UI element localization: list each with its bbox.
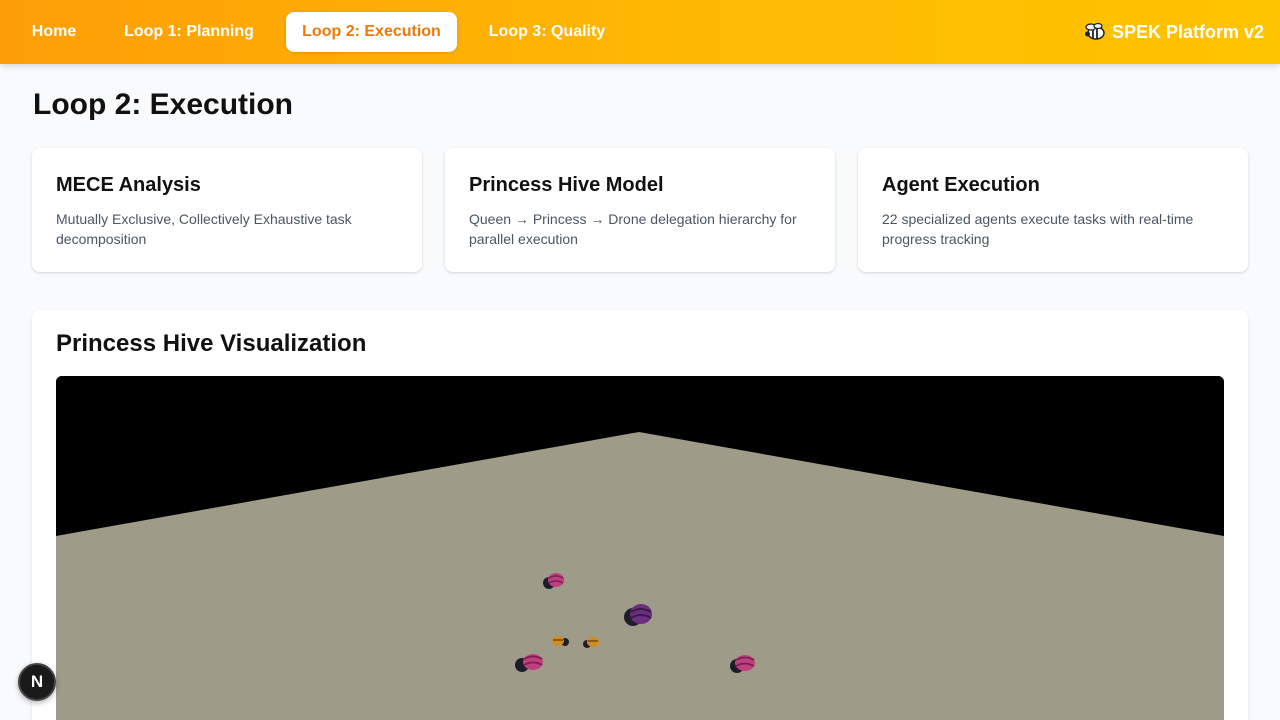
card-princess-hive-model: Princess Hive Model Queen → Princess → D…: [445, 148, 835, 272]
brand[interactable]: SPEK Platform v2: [1084, 0, 1264, 64]
card-agent-execution: Agent Execution 22 specialized agents ex…: [858, 148, 1248, 272]
card-title: Agent Execution: [882, 174, 1040, 196]
brand-name: SPEK Platform v2: [1111, 21, 1264, 42]
card-title: Princess Hive Model: [469, 174, 664, 196]
nav-loop2-execution[interactable]: Loop 2: Execution: [286, 12, 457, 52]
page-title: Loop 2: Execution: [33, 88, 294, 121]
top-navigation-bar: Home Loop 1: Planning Loop 2: Execution …: [0, 0, 1280, 64]
visualization-title: Princess Hive Visualization: [56, 330, 367, 357]
hive-3d-canvas[interactable]: [56, 376, 1224, 720]
card-title: MECE Analysis: [56, 174, 201, 196]
nextjs-icon[interactable]: N: [18, 663, 56, 701]
nav-loop1-planning[interactable]: Loop 1: Planning: [110, 12, 268, 52]
nav-home[interactable]: Home: [18, 12, 90, 52]
visualization-panel: Princess Hive Visualization: [32, 310, 1248, 720]
card-mece-analysis: MECE Analysis Mutually Exclusive, Collec…: [32, 148, 422, 272]
hive-scene: [56, 376, 1224, 720]
nav-loop3-quality[interactable]: Loop 3: Quality: [475, 12, 619, 52]
card-description: 22 specialized agents execute tasks with…: [882, 211, 1194, 247]
bee-icon: [1084, 22, 1105, 40]
card-description: Queen → Princess → Drone delegation hier…: [469, 211, 797, 247]
card-description: Mutually Exclusive, Collectively Exhaust…: [56, 211, 352, 247]
